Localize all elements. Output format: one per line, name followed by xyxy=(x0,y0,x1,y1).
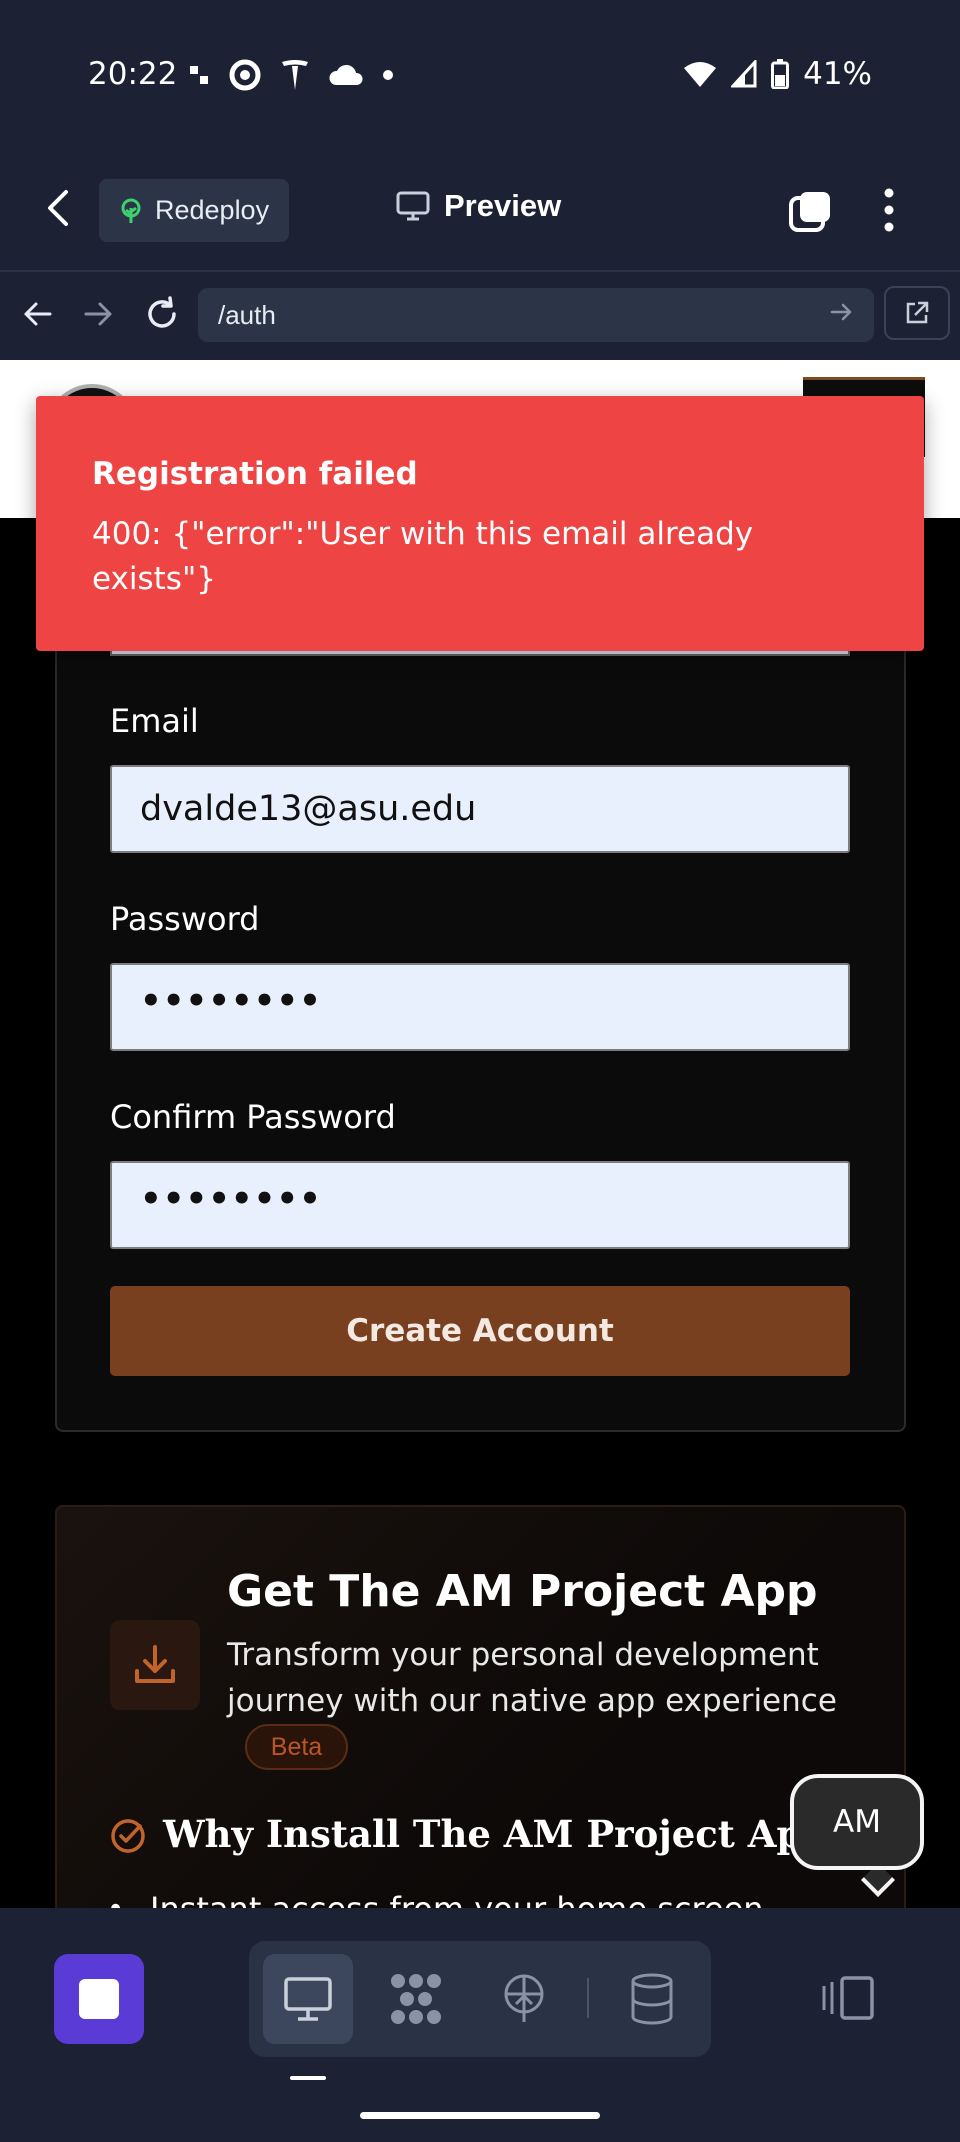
stop-icon xyxy=(79,1979,119,2019)
signal-icon xyxy=(731,60,757,88)
browser-back-button[interactable] xyxy=(22,300,52,333)
tab-divider xyxy=(587,1978,589,2018)
battery-percent: 41% xyxy=(803,56,872,92)
why-install-title: Why Install The AM Project App? xyxy=(163,1812,850,1856)
tab-deploy[interactable] xyxy=(479,1954,569,2044)
confirm-password-label: Confirm Password xyxy=(110,1098,396,1136)
why-install-check xyxy=(110,1818,146,1859)
status-right: 41% xyxy=(683,56,872,92)
swirl-notification-icon xyxy=(229,59,261,91)
redeploy-label: Redeploy xyxy=(155,195,270,225)
password-field[interactable]: •••••••• xyxy=(110,963,850,1051)
status-notification-icons xyxy=(188,58,394,92)
toast-message: 400: {"error":"User with this email alre… xyxy=(92,516,754,597)
browser-forward-button[interactable] xyxy=(84,300,114,333)
preview-title[interactable]: Preview xyxy=(396,188,561,224)
check-circle-icon xyxy=(111,1819,145,1853)
arrow-left-icon xyxy=(24,302,52,326)
battery-icon xyxy=(771,59,790,89)
monitor-icon xyxy=(396,191,430,221)
back-button[interactable] xyxy=(44,188,84,232)
arrow-right-icon xyxy=(84,302,112,326)
password-label: Password xyxy=(110,900,260,938)
arrow-right-icon xyxy=(830,303,852,321)
more-options-button[interactable] xyxy=(882,188,896,237)
app-promo-description: Transform your personal development jour… xyxy=(227,1637,837,1719)
panels-button[interactable] xyxy=(820,1974,876,2027)
grid-icon xyxy=(391,1974,441,2024)
create-account-button[interactable]: Create Account xyxy=(110,1286,850,1376)
panels-icon xyxy=(822,1976,874,2020)
dot-notification-icon xyxy=(383,70,393,80)
tab-database[interactable] xyxy=(607,1954,697,2044)
wifi-icon xyxy=(684,62,717,87)
confirm-password-field[interactable]: •••••••• xyxy=(110,1161,850,1249)
deploy-icon xyxy=(504,1974,544,2022)
beta-badge: Beta xyxy=(245,1724,348,1770)
back-icon xyxy=(48,190,68,226)
home-indicator[interactable] xyxy=(360,2112,600,2119)
email-label: Email xyxy=(110,702,199,740)
copy-icon xyxy=(789,192,830,232)
kebab-icon xyxy=(884,188,894,232)
url-input[interactable]: /auth xyxy=(198,288,874,342)
email-field[interactable]: dvalde13@asu.edu xyxy=(110,765,850,853)
open-external-button[interactable] xyxy=(884,286,950,340)
status-time: 20:22 xyxy=(88,56,178,92)
download-icon xyxy=(135,1645,175,1683)
tree-icon xyxy=(121,198,141,223)
external-link-icon xyxy=(906,301,929,324)
error-toast[interactable]: Registration failed 400: {"error":"User … xyxy=(36,396,924,651)
tab-workflow[interactable] xyxy=(371,1954,461,2044)
preview-label: Preview xyxy=(444,188,562,223)
assistant-bubble[interactable]: AM xyxy=(790,1774,924,1870)
toast-title: Registration failed xyxy=(92,456,418,492)
download-app-button[interactable] xyxy=(110,1620,200,1710)
cloud-notification-icon xyxy=(329,64,363,85)
active-tab-indicator xyxy=(290,2076,326,2080)
database-icon xyxy=(631,1973,673,2025)
refresh-button[interactable] xyxy=(144,296,180,337)
tab-preview[interactable] xyxy=(263,1954,353,2044)
app-notification-icon xyxy=(190,66,208,84)
tesla-notification-icon xyxy=(282,60,308,90)
redeploy-button[interactable]: Redeploy xyxy=(99,179,289,242)
refresh-icon xyxy=(148,296,176,328)
stop-button[interactable] xyxy=(54,1954,144,2044)
url-go-button[interactable] xyxy=(830,300,854,329)
app-promo-title: Get The AM Project App xyxy=(227,1566,818,1617)
copy-button[interactable] xyxy=(789,190,833,239)
desktop-icon xyxy=(284,1977,332,2021)
